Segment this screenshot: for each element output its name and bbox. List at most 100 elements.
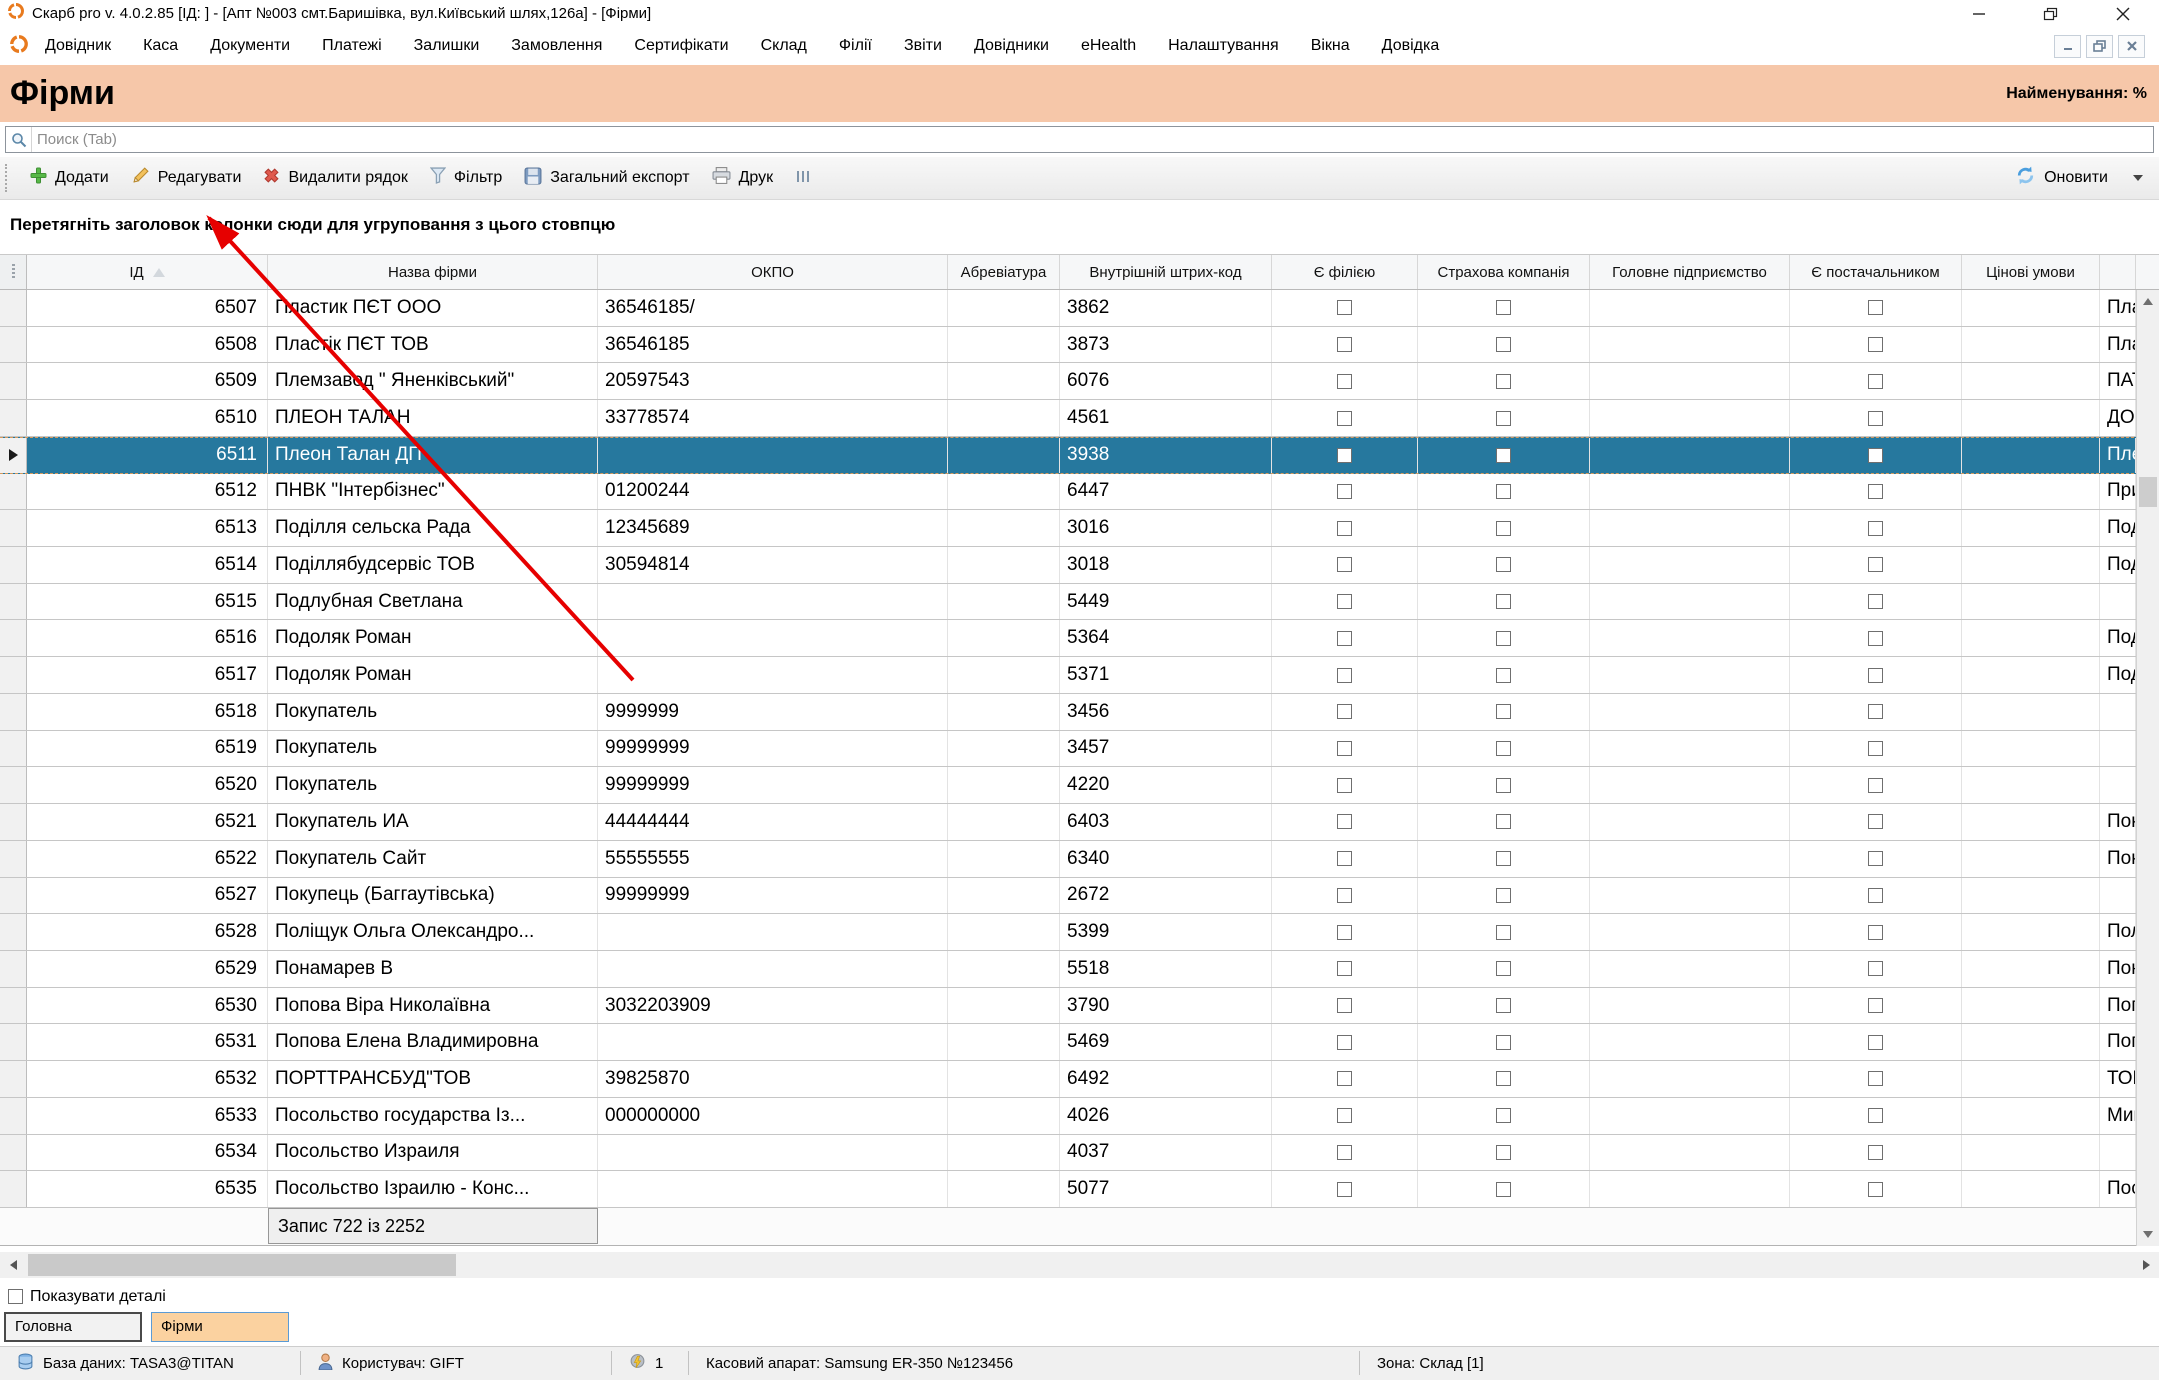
checkbox-is-insurance[interactable]	[1496, 300, 1511, 315]
menu-item-13[interactable]: Вікна	[1311, 37, 1350, 55]
checkbox-is-branch[interactable]	[1337, 1182, 1352, 1197]
table-row[interactable]: 6522Покупатель Сайт555555556340Пок	[0, 841, 2159, 878]
columns-button[interactable]	[784, 168, 822, 189]
column-header-price-terms[interactable]: Цінові умови	[1962, 255, 2100, 289]
checkbox-is-supplier[interactable]	[1868, 1108, 1883, 1123]
row-selector[interactable]	[0, 731, 27, 767]
checkbox-is-insurance[interactable]	[1496, 704, 1511, 719]
checkbox-is-supplier[interactable]	[1868, 631, 1883, 646]
menu-item-14[interactable]: Довідка	[1382, 37, 1440, 55]
row-selector[interactable]	[0, 1061, 27, 1097]
table-row[interactable]: 6528Поліщук Ольга Олександро...5399Полі	[0, 914, 2159, 951]
checkbox-is-supplier[interactable]	[1868, 1145, 1883, 1160]
table-row[interactable]: 6509Племзавод " Яненківський"20597543607…	[0, 363, 2159, 400]
menu-item-9[interactable]: Звіти	[904, 37, 942, 55]
menu-item-3[interactable]: Платежі	[322, 37, 382, 55]
row-selector[interactable]	[0, 474, 27, 510]
checkbox-is-insurance[interactable]	[1496, 1071, 1511, 1086]
checkbox-is-insurance[interactable]	[1496, 594, 1511, 609]
menu-item-10[interactable]: Довідники	[974, 37, 1049, 55]
table-row[interactable]: 6513Поділля сельска Рада123456893016Поді	[0, 510, 2159, 547]
table-row[interactable]: 6514Поділлябудсервіс ТОВ305948143018Поді	[0, 547, 2159, 584]
table-row[interactable]: 6529Понамарев В5518Пон	[0, 951, 2159, 988]
column-header-is-insurance[interactable]: Страхова компанія	[1418, 255, 1590, 289]
checkbox-is-supplier[interactable]	[1868, 778, 1883, 793]
menu-item-11[interactable]: eHealth	[1081, 37, 1136, 55]
filter-button[interactable]: Фільтр	[419, 167, 513, 189]
checkbox-is-supplier[interactable]	[1868, 741, 1883, 756]
checkbox-is-insurance[interactable]	[1496, 814, 1511, 829]
row-selector[interactable]	[0, 400, 27, 436]
checkbox-is-branch[interactable]	[1337, 594, 1352, 609]
tab-holovna[interactable]: Головна	[4, 1312, 142, 1342]
checkbox-is-insurance[interactable]	[1496, 448, 1511, 463]
row-selector[interactable]	[0, 510, 27, 546]
checkbox-is-branch[interactable]	[1337, 961, 1352, 976]
checkbox-is-supplier[interactable]	[1868, 374, 1883, 389]
checkbox-is-branch[interactable]	[1337, 374, 1352, 389]
row-selector[interactable]	[0, 841, 27, 877]
horizontal-scroll-thumb[interactable]	[28, 1254, 456, 1276]
column-header-is-supplier[interactable]: Є постачальником	[1790, 255, 1962, 289]
row-selector[interactable]	[0, 657, 27, 693]
row-selector[interactable]	[0, 804, 27, 840]
column-header-barcode[interactable]: Внутрішній штрих-код	[1060, 255, 1272, 289]
row-selector[interactable]	[0, 1024, 27, 1060]
checkbox-is-insurance[interactable]	[1496, 631, 1511, 646]
scroll-down-button[interactable]	[2137, 1223, 2159, 1246]
delete-row-button[interactable]: Видалити рядок	[252, 167, 418, 189]
checkbox-is-insurance[interactable]	[1496, 521, 1511, 536]
checkbox-is-insurance[interactable]	[1496, 411, 1511, 426]
column-header-truncated[interactable]	[2100, 255, 2136, 289]
checkbox-is-branch[interactable]	[1337, 1035, 1352, 1050]
column-header-parent-company[interactable]: Головне підприємство	[1590, 255, 1790, 289]
group-by-zone[interactable]: Перетягніть заголовок колонки сюди для у…	[0, 200, 2159, 254]
row-selector[interactable]	[0, 694, 27, 730]
table-row[interactable]: 6532ПОРТТРАНСБУД"ТОВ398258706492ТОВ	[0, 1061, 2159, 1098]
checkbox-is-supplier[interactable]	[1868, 1182, 1883, 1197]
checkbox-is-supplier[interactable]	[1868, 998, 1883, 1013]
checkbox-is-branch[interactable]	[1337, 704, 1352, 719]
menu-item-2[interactable]: Документи	[210, 37, 290, 55]
checkbox-is-supplier[interactable]	[1868, 851, 1883, 866]
checkbox-is-supplier[interactable]	[1868, 411, 1883, 426]
checkbox-is-branch[interactable]	[1337, 998, 1352, 1013]
menu-item-7[interactable]: Склад	[761, 37, 807, 55]
edit-button[interactable]: Редагувати	[120, 166, 253, 190]
row-selector[interactable]	[0, 988, 27, 1024]
checkbox-is-insurance[interactable]	[1496, 668, 1511, 683]
checkbox-is-supplier[interactable]	[1868, 925, 1883, 940]
checkbox-is-branch[interactable]	[1337, 1145, 1352, 1160]
table-row[interactable]: 6533Посольство государства Із...00000000…	[0, 1098, 2159, 1135]
checkbox-is-insurance[interactable]	[1496, 961, 1511, 976]
row-selector[interactable]	[0, 951, 27, 987]
table-row[interactable]: 6516Подоляк Роман5364Под	[0, 620, 2159, 657]
scroll-left-button[interactable]	[0, 1252, 26, 1278]
checkbox-is-branch[interactable]	[1337, 741, 1352, 756]
menu-item-5[interactable]: Замовлення	[511, 37, 602, 55]
mdi-restore-button[interactable]	[2086, 35, 2113, 58]
checkbox-is-branch[interactable]	[1337, 337, 1352, 352]
row-selector[interactable]	[0, 620, 27, 656]
table-row[interactable]: 6535Посольство Ізраилю - Конс...5077Пос	[0, 1171, 2159, 1208]
column-header-is-branch[interactable]: Є філією	[1272, 255, 1418, 289]
close-button[interactable]	[2113, 5, 2133, 23]
checkbox-is-supplier[interactable]	[1868, 814, 1883, 829]
tab-firmy[interactable]: Фірми	[151, 1312, 289, 1342]
checkbox-is-branch[interactable]	[1337, 778, 1352, 793]
row-selector[interactable]	[0, 584, 27, 620]
menu-item-4[interactable]: Залишки	[414, 37, 480, 55]
checkbox-is-branch[interactable]	[1337, 1108, 1352, 1123]
checkbox-is-branch[interactable]	[1337, 925, 1352, 940]
table-row[interactable]: 6518Покупатель99999993456	[0, 694, 2159, 731]
row-selector[interactable]	[0, 914, 27, 950]
mdi-close-button[interactable]	[2118, 35, 2145, 58]
table-row[interactable]: 6531Попова Елена Владимировна5469Поп	[0, 1024, 2159, 1061]
checkbox-is-supplier[interactable]	[1868, 484, 1883, 499]
checkbox-is-insurance[interactable]	[1496, 851, 1511, 866]
add-button[interactable]: Додати	[19, 167, 120, 189]
menu-item-12[interactable]: Налаштування	[1168, 37, 1279, 55]
checkbox-is-supplier[interactable]	[1868, 1035, 1883, 1050]
checkbox-is-branch[interactable]	[1337, 484, 1352, 499]
checkbox-is-branch[interactable]	[1337, 668, 1352, 683]
